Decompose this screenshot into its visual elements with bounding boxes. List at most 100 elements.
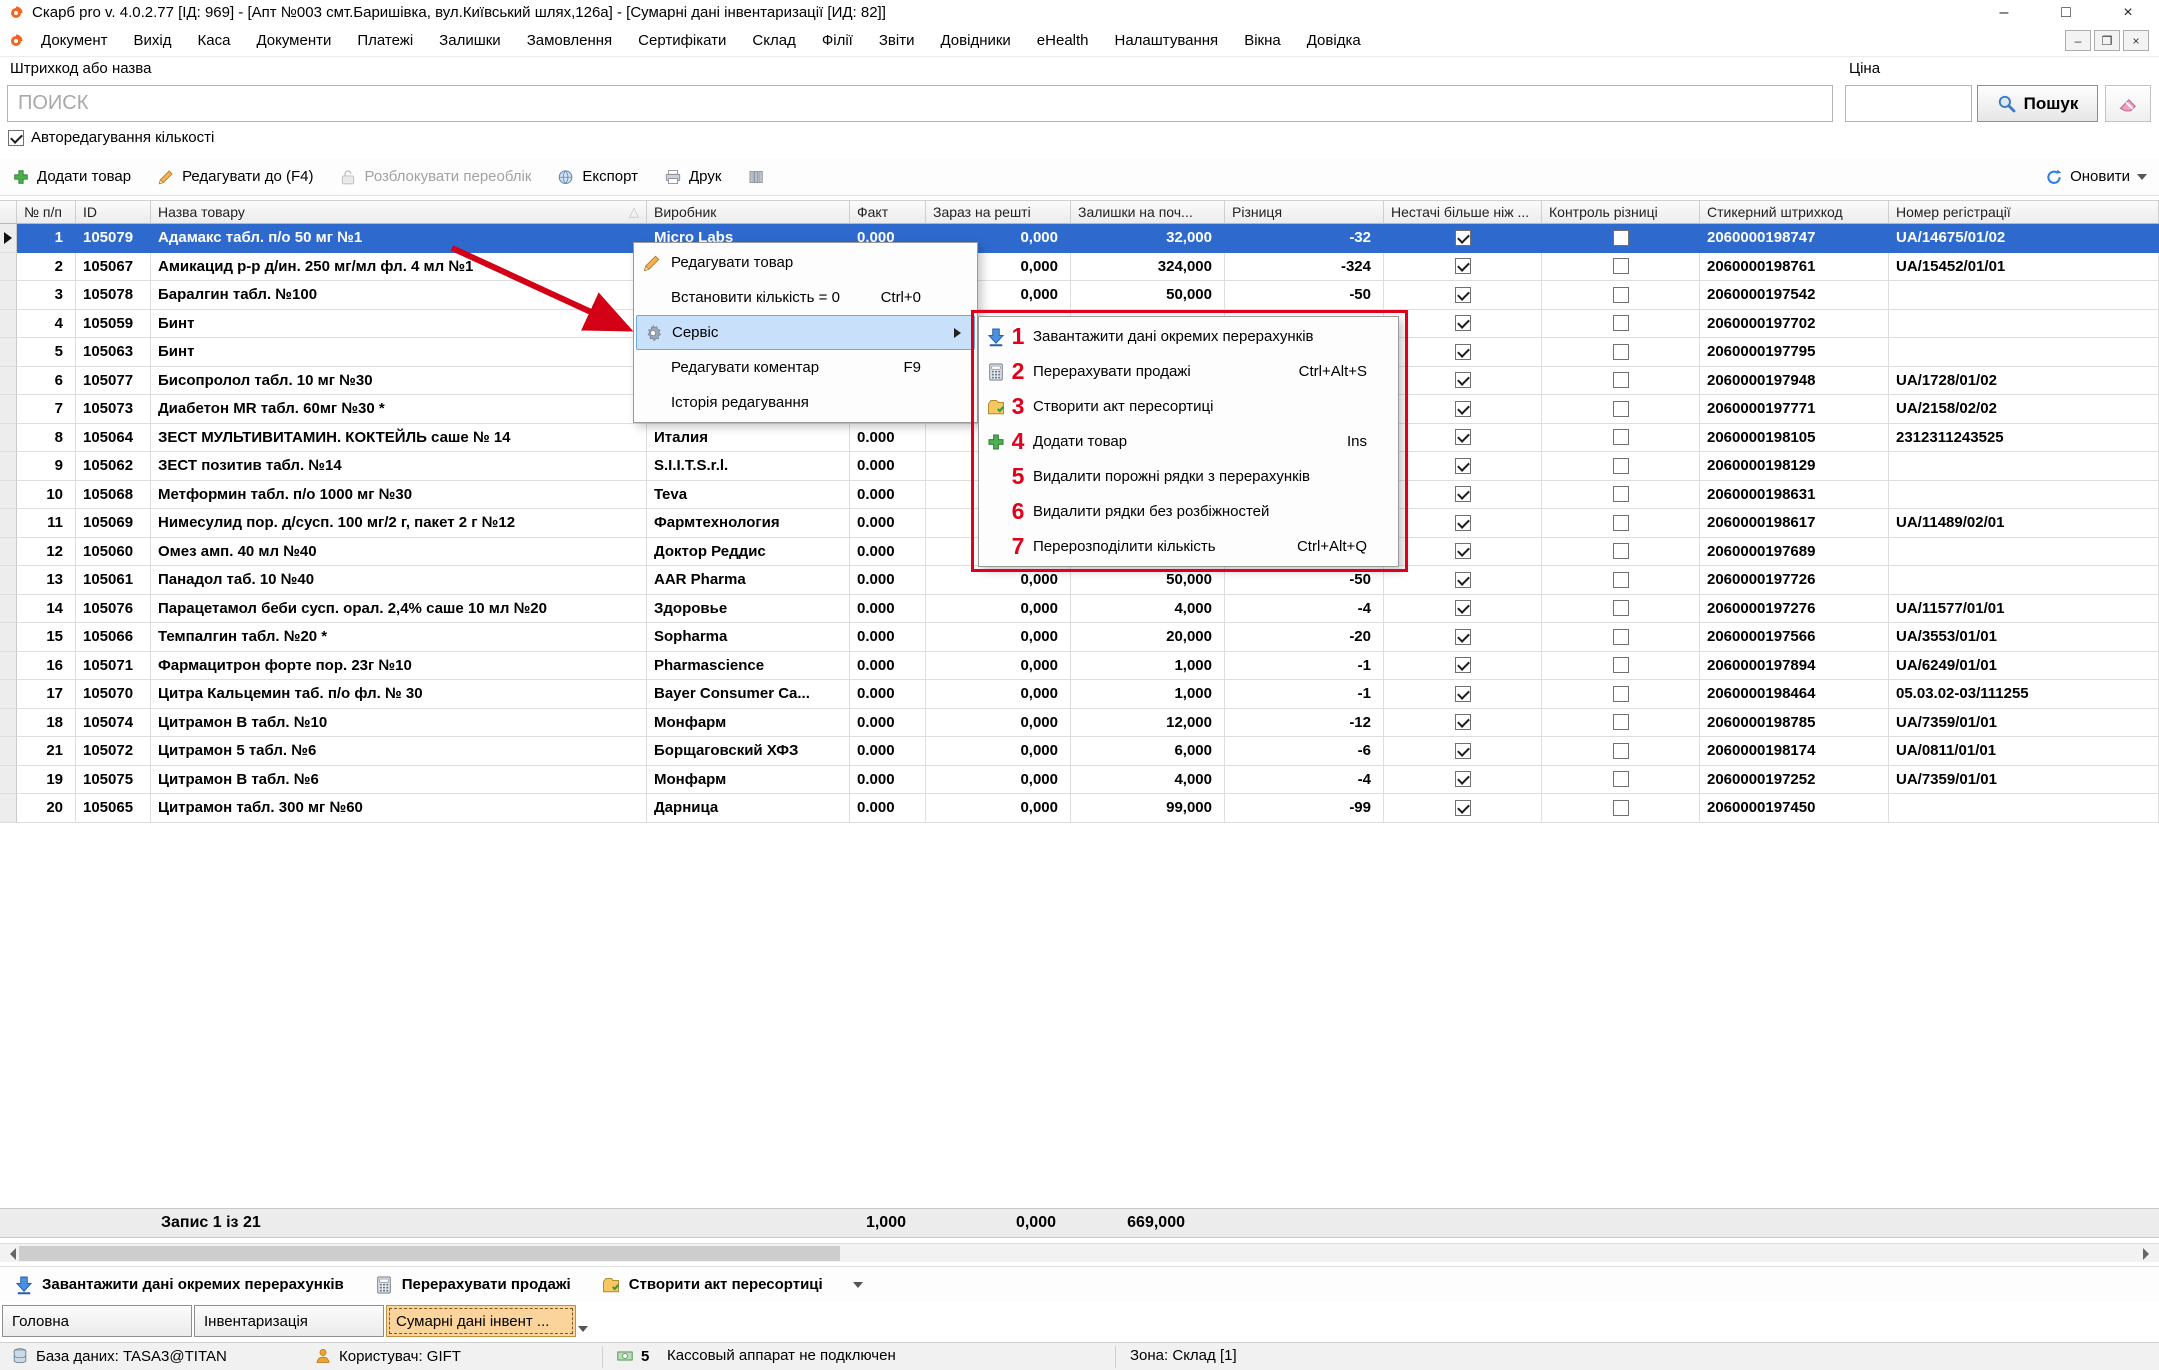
shortage-checkbox[interactable] — [1455, 686, 1471, 702]
maximize-button[interactable]: □ — [2035, 0, 2097, 25]
context-menu-item-edit-product[interactable]: Редагувати товар — [636, 245, 975, 280]
shortage-checkbox[interactable] — [1455, 315, 1471, 331]
control-checkbox[interactable] — [1613, 258, 1629, 274]
tab-inventory[interactable]: Інвентаризація — [194, 1305, 384, 1337]
context-menu-item-service[interactable]: Сервіс — [636, 315, 975, 350]
control-checkbox[interactable] — [1613, 344, 1629, 360]
table-row[interactable]: 13105061Панадол таб. 10 №40AAR Pharma0.0… — [0, 566, 2159, 595]
column-header-manufacturer[interactable]: Виробник — [647, 200, 850, 224]
table-row[interactable]: 18105074Цитрамон В табл. №10Монфарм0.000… — [0, 709, 2159, 738]
scrollbar-thumb[interactable] — [19, 1246, 840, 1261]
auto-edit-checkbox[interactable] — [8, 130, 24, 146]
shortage-checkbox[interactable] — [1455, 543, 1471, 559]
menu-certificates[interactable]: Сертифікати — [625, 25, 739, 57]
control-checkbox[interactable] — [1613, 458, 1629, 474]
scroll-left-arrow-icon[interactable] — [4, 1248, 16, 1260]
table-row[interactable]: 21105072Цитрамон 5 табл. №6Борщаговский … — [0, 737, 2159, 766]
menu-documents[interactable]: Документи — [243, 25, 344, 57]
bottom-recalculate-sales-button[interactable]: Перерахувати продажі — [374, 1275, 571, 1295]
bottom-create-resorting-act-button[interactable]: Створити акт пересортиці — [601, 1275, 823, 1295]
menu-ehealth[interactable]: eHealth — [1024, 25, 1102, 57]
shortage-checkbox[interactable] — [1455, 800, 1471, 816]
table-row[interactable]: 2105067Амикацид р-р д/ин. 250 мг/мл фл. … — [0, 253, 2159, 282]
shortage-checkbox[interactable] — [1455, 486, 1471, 502]
table-row[interactable]: 20105065Цитрамон табл. 300 мг №60Дарница… — [0, 794, 2159, 823]
control-checkbox[interactable] — [1613, 515, 1629, 531]
menu-payments[interactable]: Платежі — [344, 25, 426, 57]
control-checkbox[interactable] — [1613, 743, 1629, 759]
control-checkbox[interactable] — [1613, 543, 1629, 559]
menu-orders[interactable]: Замовлення — [514, 25, 625, 57]
mdi-restore-button[interactable]: ❒ — [2094, 30, 2120, 51]
table-row[interactable]: 15105066Темпалгин табл. №20 *Sopharma0.0… — [0, 623, 2159, 652]
control-checkbox[interactable] — [1613, 771, 1629, 787]
shortage-checkbox[interactable] — [1455, 258, 1471, 274]
control-checkbox[interactable] — [1613, 800, 1629, 816]
menu-stock[interactable]: Залишки — [426, 25, 514, 57]
table-row[interactable]: 17105070Цитра Кальцемин таб. п/о фл. № 3… — [0, 680, 2159, 709]
submenu-item-redistribute-quantity[interactable]: 7Перерозподілити кількістьCtrl+Alt+Q — [981, 529, 1396, 564]
column-header-shortage[interactable]: Нестачі більше ніж ... — [1384, 200, 1542, 224]
control-checkbox[interactable] — [1613, 287, 1629, 303]
control-checkbox[interactable] — [1613, 657, 1629, 673]
context-menu-item-edit-history[interactable]: Історія редагування — [636, 385, 975, 420]
column-header-registration[interactable]: Номер регістрації — [1889, 200, 2159, 224]
submenu-item-add-product[interactable]: 4Додати товарIns — [981, 424, 1396, 459]
menu-directories[interactable]: Довідники — [927, 25, 1023, 57]
control-checkbox[interactable] — [1613, 714, 1629, 730]
menu-cash[interactable]: Каса — [185, 25, 244, 57]
column-header-difference[interactable]: Різниця — [1225, 200, 1384, 224]
shortage-checkbox[interactable] — [1455, 600, 1471, 616]
price-input[interactable] — [1845, 85, 1972, 122]
column-header-name[interactable]: Назва товару△ — [151, 200, 647, 224]
unlock-recount-button[interactable]: Розблокувати переоблік — [339, 168, 531, 186]
menu-exit[interactable]: Вихід — [121, 25, 185, 57]
column-header-now[interactable]: Зараз на решті — [926, 200, 1071, 224]
shortage-checkbox[interactable] — [1455, 771, 1471, 787]
menu-document[interactable]: Документ — [28, 25, 121, 57]
control-checkbox[interactable] — [1613, 230, 1629, 246]
column-header-sticker-barcode[interactable]: Стикерний штрихкод — [1700, 200, 1889, 224]
context-menu-item-edit-comment[interactable]: Редагувати коментарF9 — [636, 350, 975, 385]
submenu-item-load-recount-data[interactable]: 1Завантажити дані окремих перерахунків — [981, 319, 1396, 354]
control-checkbox[interactable] — [1613, 372, 1629, 388]
bottom-load-recount-data-button[interactable]: Завантажити дані окремих перерахунків — [14, 1275, 344, 1295]
shortage-checkbox[interactable] — [1455, 515, 1471, 531]
tab-summary-inventory[interactable]: Сумарні дані інвент ... — [386, 1305, 576, 1337]
table-row[interactable]: 3105078Баралгин табл. №1000,00050,000-50… — [0, 281, 2159, 310]
submenu-item-create-resorting-act[interactable]: 3Створити акт пересортиці — [981, 389, 1396, 424]
table-row[interactable]: 14105076Парацетамол беби сусп. орал. 2,4… — [0, 595, 2159, 624]
column-header-control[interactable]: Контроль різниці — [1542, 200, 1700, 224]
control-checkbox[interactable] — [1613, 486, 1629, 502]
shortage-checkbox[interactable] — [1455, 572, 1471, 588]
shortage-checkbox[interactable] — [1455, 743, 1471, 759]
search-button[interactable]: Пошук — [1977, 85, 2098, 122]
edit-f4-button[interactable]: Редагувати до (F4) — [157, 168, 313, 186]
column-header-fact[interactable]: Факт — [850, 200, 926, 224]
control-checkbox[interactable] — [1613, 401, 1629, 417]
scroll-right-arrow-icon[interactable] — [2143, 1248, 2155, 1260]
shortage-checkbox[interactable] — [1455, 429, 1471, 445]
menu-settings[interactable]: Налаштування — [1102, 25, 1232, 57]
tab-main[interactable]: Головна — [2, 1305, 192, 1337]
submenu-item-delete-empty-recount-rows[interactable]: 5Видалити порожні рядки з перерахунків — [981, 459, 1396, 494]
menu-reports[interactable]: Звіти — [866, 25, 928, 57]
refresh-button[interactable]: Оновити — [2045, 168, 2147, 186]
shortage-checkbox[interactable] — [1455, 230, 1471, 246]
control-checkbox[interactable] — [1613, 686, 1629, 702]
shortage-checkbox[interactable] — [1455, 401, 1471, 417]
submenu-item-recalculate-sales[interactable]: 2Перерахувати продажіCtrl+Alt+S — [981, 354, 1396, 389]
horizontal-scrollbar[interactable] — [0, 1243, 2159, 1262]
shortage-checkbox[interactable] — [1455, 657, 1471, 673]
submenu-item-delete-rows-without-discrepancies[interactable]: 6Видалити рядки без розбіжностей — [981, 494, 1396, 529]
control-checkbox[interactable] — [1613, 629, 1629, 645]
menu-warehouse[interactable]: Склад — [739, 25, 808, 57]
table-row[interactable]: 1105079Адамакс табл. п/о 50 мг №1Micro L… — [0, 224, 2159, 253]
clear-search-button[interactable] — [2105, 85, 2151, 122]
control-checkbox[interactable] — [1613, 600, 1629, 616]
control-checkbox[interactable] — [1613, 429, 1629, 445]
menu-branches[interactable]: Філії — [809, 25, 866, 57]
table-row[interactable]: 16105071Фармацитрон форте пор. 23г №10Ph… — [0, 652, 2159, 681]
context-menu-item-set-quantity-zero[interactable]: Встановити кількість = 0Ctrl+0 — [636, 280, 975, 315]
control-checkbox[interactable] — [1613, 315, 1629, 331]
